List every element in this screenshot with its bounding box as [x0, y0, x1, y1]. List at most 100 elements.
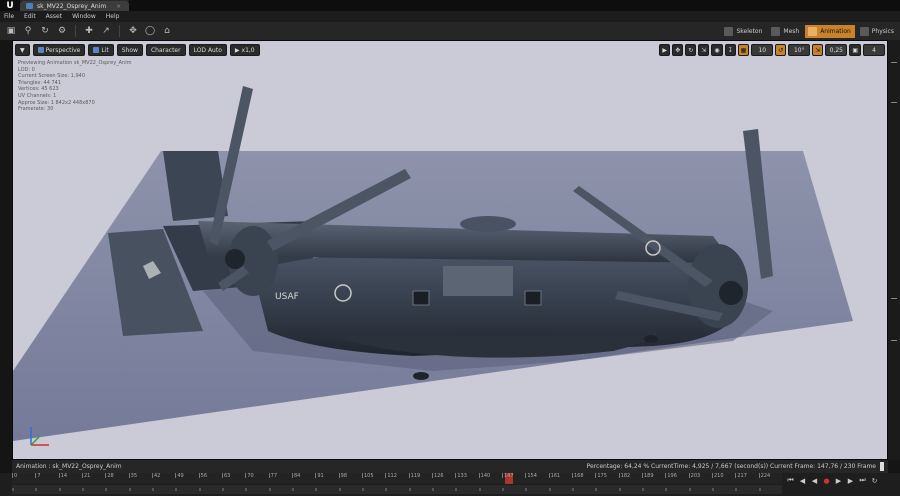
- play-speed-button[interactable]: ▶ x1,0: [229, 44, 260, 56]
- axis-gizmo-icon: [30, 427, 49, 446]
- skip-to-end-icon[interactable]: ⏭: [858, 476, 867, 485]
- create-asset-icon[interactable]: ✚: [82, 25, 96, 38]
- grid-snap-value[interactable]: 10: [751, 44, 774, 56]
- rotation-snap-icon[interactable]: ↺: [775, 44, 787, 56]
- tick-label: 21: [84, 473, 91, 479]
- mode-button-1[interactable]: Mesh: [768, 25, 803, 38]
- track-key: [58, 488, 61, 491]
- playback-info: Percentage: 64,24 % CurrentTime: 4,925 /…: [586, 463, 876, 470]
- loop-icon[interactable]: ↻: [870, 476, 879, 485]
- play-reverse-icon[interactable]: ◀: [810, 476, 819, 485]
- timeline-ruler[interactable]: 0 7 14 21 28 35 42 49 56 63 70 77 84 91 98 105 112 119 126…: [12, 473, 782, 484]
- track-key: [315, 488, 318, 491]
- track-key: [12, 488, 14, 491]
- stat-line: Previewing Animation sk_MV22_Osprey_Anim: [18, 60, 132, 66]
- step-back-icon[interactable]: ◀: [798, 476, 807, 485]
- surface-snap-icon[interactable]: ↧: [724, 44, 736, 56]
- character-label: Character: [150, 46, 181, 54]
- tick-label: 91: [317, 473, 324, 479]
- home-icon[interactable]: ⌂: [160, 25, 174, 38]
- title-bar: U Untitled×Project Settings×Output Log×s…: [0, 0, 900, 11]
- mode-label: Skeleton: [736, 27, 763, 35]
- track-key: [128, 488, 131, 491]
- tick-label: 14: [60, 473, 68, 479]
- tick-label: 203: [690, 473, 701, 479]
- panel-tab-marker: [891, 102, 897, 103]
- tick-label: 77: [270, 473, 278, 479]
- fuselage-window: [524, 290, 542, 306]
- track-key: [175, 488, 178, 491]
- viewport-options-button[interactable]: ▼: [15, 44, 30, 56]
- mode-button-2[interactable]: Animation: [805, 24, 855, 38]
- track-key: [268, 488, 271, 491]
- light-icon: [93, 47, 100, 53]
- camera-speed-value[interactable]: 4: [863, 44, 885, 56]
- close-icon[interactable]: ×: [116, 3, 121, 10]
- lod-button[interactable]: LOD Auto: [188, 44, 227, 56]
- scale-snap-value[interactable]: 0,25: [825, 44, 848, 56]
- tick-label: 126: [434, 473, 444, 479]
- timeline: 0 7 14 21 28 35 42 49 56 63 70 77 84 91 98 105 112 119 126…: [0, 473, 900, 496]
- tick-label: 175: [597, 473, 607, 479]
- tick-label: 140: [480, 473, 491, 479]
- perspective-label: Perspective: [45, 46, 81, 54]
- unreal-logo-icon[interactable]: U: [0, 0, 20, 11]
- tick-label: 35: [130, 473, 138, 479]
- menu-item-0[interactable]: File: [4, 13, 14, 20]
- scale-icon[interactable]: ⇲: [698, 44, 710, 56]
- tab-4[interactable]: sk_MV22_Osprey_Anim ×: [20, 1, 130, 11]
- toolbar-divider: [119, 25, 120, 37]
- toolbar-divider: [75, 25, 76, 37]
- fuselage-panel: [443, 266, 513, 296]
- tick-label: 168: [574, 473, 584, 479]
- tick-label: 7: [37, 473, 41, 479]
- scale-snap-icon[interactable]: ⇲: [812, 44, 824, 56]
- record-icon[interactable]: ●: [822, 476, 831, 485]
- rotate-icon[interactable]: ↻: [685, 44, 697, 56]
- rotation-snap-value[interactable]: 10°: [788, 44, 811, 56]
- mode-button-3[interactable]: Physics: [857, 25, 898, 38]
- lit-button[interactable]: Lit: [88, 44, 114, 56]
- select-mode-icon[interactable]: ▶: [659, 44, 671, 56]
- menu-item-2[interactable]: Asset: [46, 13, 62, 20]
- menu-item-4[interactable]: Help: [106, 13, 120, 20]
- play-icon[interactable]: ▶: [834, 476, 843, 485]
- status-progress: [880, 462, 884, 471]
- save-icon[interactable]: ▣: [4, 25, 18, 38]
- camera-speed-icon[interactable]: ▣: [849, 44, 861, 56]
- track-key: [338, 488, 341, 491]
- tick-label: 161: [550, 473, 561, 479]
- move-icon[interactable]: ✥: [126, 25, 140, 38]
- timeline-track[interactable]: [12, 485, 782, 494]
- stat-line: UV Channels: 1: [18, 92, 57, 99]
- menu-item-1[interactable]: Edit: [24, 13, 36, 20]
- preview-mesh-icon[interactable]: ◯: [143, 25, 157, 38]
- world-space-icon[interactable]: ◉: [711, 44, 723, 56]
- track-key: [478, 488, 481, 491]
- grid-snap-icon[interactable]: ▦: [737, 44, 750, 56]
- export-icon[interactable]: ↗: [99, 25, 113, 38]
- perspective-button[interactable]: Perspective: [32, 44, 86, 56]
- menu-item-3[interactable]: Window: [72, 13, 96, 20]
- landing-gear: [413, 372, 429, 380]
- tick-label: 98: [340, 473, 348, 479]
- track-key: [735, 488, 738, 491]
- viewport-toolbar: ▼ Perspective Lit Show Character LOD Aut…: [15, 44, 260, 56]
- mode-label: Animation: [820, 27, 851, 35]
- tick-label: 210: [714, 473, 724, 479]
- editor-modes: Skeleton Mesh Animation Physics: [721, 22, 900, 40]
- step-forward-icon[interactable]: ▶: [846, 476, 855, 485]
- reimport-icon[interactable]: ↻: [38, 25, 52, 38]
- track-key: [618, 488, 621, 491]
- find-in-browser-icon[interactable]: ⚲: [21, 25, 35, 38]
- tick-label: 196: [667, 473, 677, 479]
- tick-label: 147: [504, 473, 514, 479]
- translate-icon[interactable]: ✥: [672, 44, 684, 56]
- skip-to-start-icon[interactable]: ⏮: [786, 476, 795, 485]
- settings-icon[interactable]: ⚙: [55, 25, 69, 38]
- show-button[interactable]: Show: [116, 44, 143, 56]
- animation-viewport[interactable]: USAF ▼ Perspective Lit Show Character LO…: [12, 40, 888, 460]
- character-button[interactable]: Character: [145, 44, 186, 56]
- mode-button-0[interactable]: Skeleton: [721, 25, 766, 38]
- right-panel-collapsed[interactable]: [888, 40, 900, 460]
